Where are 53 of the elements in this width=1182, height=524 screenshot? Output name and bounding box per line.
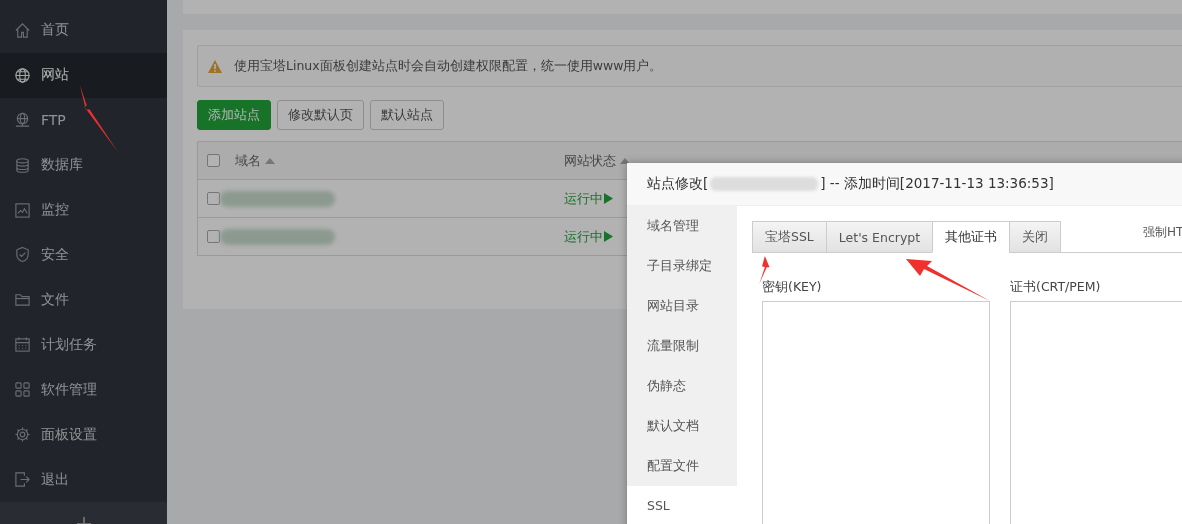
nav-item[interactable]: 默认文档 — [627, 406, 737, 446]
alert-text: 使用宝塔Linux面板创建站点时会自动创建权限配置，统一使用www用户。 — [234, 57, 663, 75]
tab[interactable]: Let's Encrypt — [825, 221, 933, 253]
logout-icon — [14, 471, 31, 488]
input-field[interactable] — [762, 301, 990, 524]
nav-item[interactable]: 配置文件 — [627, 446, 737, 486]
row-checkbox[interactable] — [207, 192, 220, 205]
play-icon[interactable] — [604, 193, 613, 204]
nav-item[interactable]: 伪静态 — [627, 366, 737, 406]
sidebar-item[interactable]: 监控 — [0, 187, 167, 233]
home-icon — [14, 21, 31, 39]
folder-icon — [14, 291, 31, 309]
sidebar-item[interactable]: 计划任务 — [0, 322, 167, 368]
dialog-title: ] -- 添加时间[2017-11-13 13:36:53] — [820, 175, 1054, 193]
globe-icon — [14, 66, 31, 84]
status-text[interactable]: 运行中 — [564, 189, 603, 208]
shield-icon — [14, 246, 31, 264]
add-site-button[interactable]: 添加站点 — [197, 100, 271, 130]
warning-icon — [208, 59, 222, 73]
tab[interactable]: 宝塔SSL — [752, 221, 826, 253]
column-header[interactable]: 域名 — [235, 151, 275, 170]
field-label: 证书(CRT/PEM) — [1010, 279, 1102, 296]
database-icon — [14, 156, 31, 174]
sidebar-item[interactable]: 首页 — [0, 8, 167, 53]
sidebar-item[interactable]: 文件 — [0, 277, 167, 323]
select-all-checkbox[interactable] — [207, 154, 220, 167]
sidebar-item[interactable]: 面板设置 — [0, 412, 167, 458]
calendar-icon — [14, 336, 31, 354]
sidebar-item[interactable]: 安全 — [0, 232, 167, 278]
status-text[interactable]: 运行中 — [564, 227, 603, 246]
nav-item[interactable]: 网站目录 — [627, 286, 737, 326]
sidebar-item[interactable]: 软件管理 — [0, 367, 167, 413]
nav-item[interactable]: 流量限制 — [627, 326, 737, 366]
sidebar-item[interactable]: FTP — [0, 97, 167, 143]
nav-item[interactable]: SSL — [627, 486, 737, 524]
sidebar-item[interactable]: 退出 — [0, 457, 167, 502]
tab[interactable]: 关闭 — [1009, 221, 1062, 253]
ftp-icon — [14, 111, 31, 129]
settings-icon — [14, 426, 31, 444]
nav-item[interactable]: 子目录绑定 — [627, 246, 737, 286]
sidebar-item[interactable]: 数据库 — [0, 142, 167, 188]
monitor-icon — [14, 201, 31, 219]
field-label: 密钥(KEY) — [762, 279, 823, 296]
tab[interactable]: 其他证书 — [932, 221, 1010, 253]
toolbar-button[interactable]: 默认站点 — [370, 100, 444, 130]
grid-icon — [14, 381, 31, 399]
dialog-title: 站点修改[ — [647, 175, 709, 193]
nav-item[interactable]: 域名管理 — [627, 206, 737, 246]
row-checkbox[interactable] — [207, 230, 220, 243]
sidebar-item[interactable]: 网站 — [0, 52, 167, 98]
toolbar-button[interactable]: 修改默认页 — [277, 100, 364, 130]
column-header[interactable]: 网站状态 — [564, 151, 630, 170]
play-icon[interactable] — [604, 231, 613, 242]
